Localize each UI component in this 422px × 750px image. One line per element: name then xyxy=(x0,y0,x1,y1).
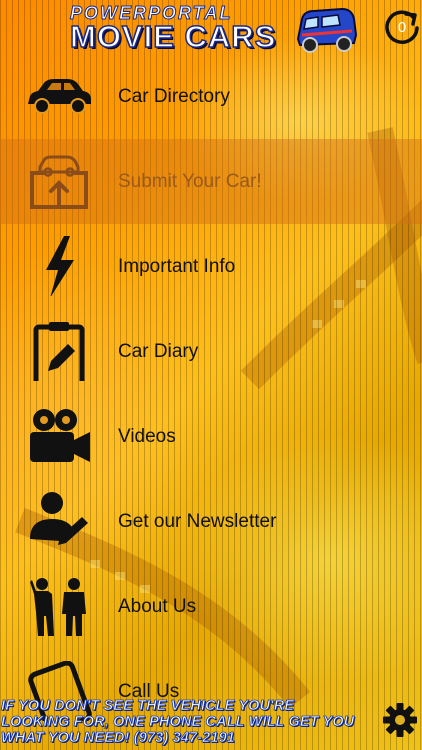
menu-item-about-us[interactable]: About Us xyxy=(0,564,422,649)
menu-item-label: Get our Newsletter xyxy=(118,511,277,532)
menu-item-label: About Us xyxy=(118,596,197,617)
menu-item-submit-your-car[interactable]: Submit Your Car! xyxy=(0,139,422,224)
user-edit-icon xyxy=(24,491,94,551)
car-icon xyxy=(24,66,94,126)
menu-item-car-directory[interactable]: Car Directory xyxy=(0,54,422,139)
phone-banner[interactable]: IF YOU DON'T SEE THE VEHICLE YOU'RE LOOK… xyxy=(1,698,361,747)
refresh-button[interactable]: 0 xyxy=(382,8,422,48)
van-logo-icon xyxy=(296,7,358,53)
menu-item-label: Car Directory xyxy=(118,86,230,107)
menu-item-car-diary[interactable]: Car Diary xyxy=(0,309,422,394)
menu-item-get-our-newsletter[interactable]: Get our Newsletter xyxy=(0,479,422,564)
people-icon xyxy=(24,576,94,636)
app-screen: POWERPORTAL MOVIE CARS 0 Car Directory S… xyxy=(0,0,422,750)
menu-item-label: Important Info xyxy=(118,256,236,277)
video-camera-icon xyxy=(24,406,94,466)
clipboard-edit-icon xyxy=(24,321,94,388)
settings-button[interactable] xyxy=(382,702,418,738)
refresh-count: 0 xyxy=(397,19,407,36)
lightning-icon xyxy=(24,236,94,298)
menu-item-important-info[interactable]: Important Info xyxy=(0,224,422,309)
menu-item-label: Car Diary xyxy=(118,341,199,362)
menu-item-label: Videos xyxy=(118,426,176,447)
menu-item-videos[interactable]: Videos xyxy=(0,394,422,479)
header: POWERPORTAL MOVIE CARS 0 xyxy=(0,0,422,62)
gear-icon xyxy=(383,703,417,737)
app-logo: POWERPORTAL MOVIE CARS xyxy=(69,3,360,55)
menu-item-label: Submit Your Car! xyxy=(118,171,262,192)
car-upload-icon xyxy=(24,151,94,211)
main-menu: Car Directory Submit Your Car! Important… xyxy=(0,54,422,734)
logo-main-text: MOVIE CARS xyxy=(69,18,277,55)
